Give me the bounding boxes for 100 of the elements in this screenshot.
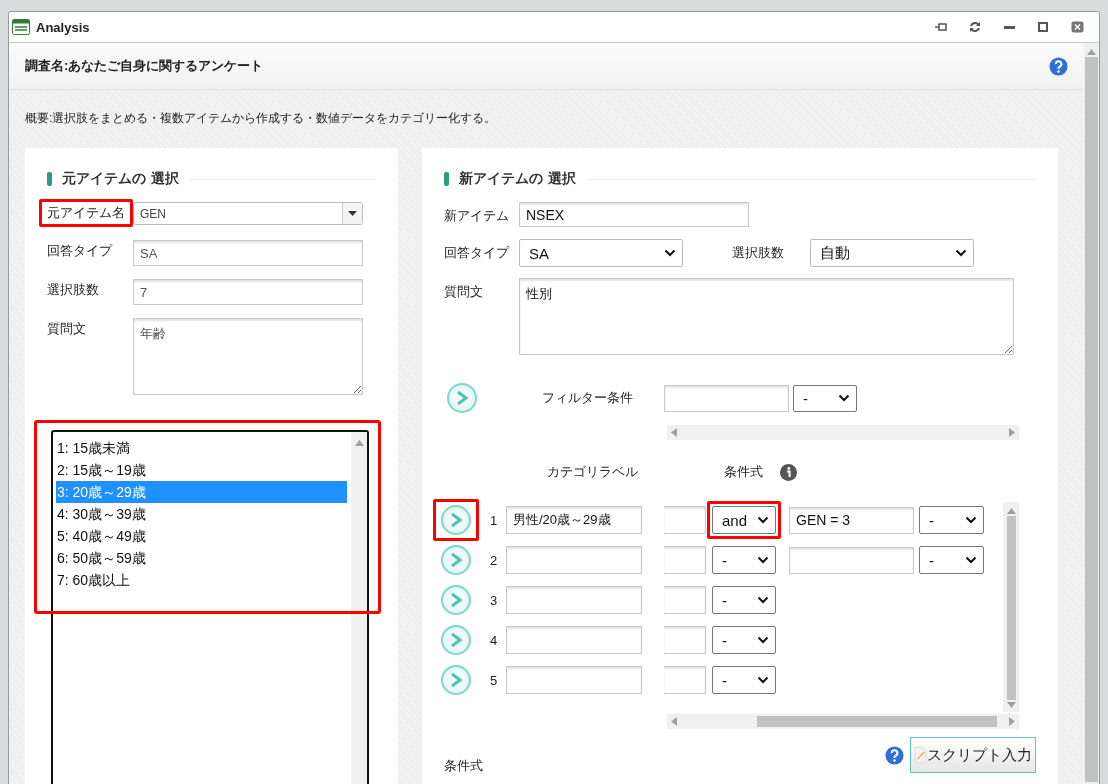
question-textarea[interactable]: 年齢 xyxy=(133,318,363,395)
label-field[interactable] xyxy=(506,666,642,694)
scroll-up-icon[interactable] xyxy=(354,440,364,446)
list-item[interactable]: 7: 60歳以上 xyxy=(56,569,347,591)
chevron-icon xyxy=(757,676,769,684)
field-label: 回答タイプ xyxy=(444,244,511,262)
field-label: 質問文 xyxy=(47,320,86,338)
row-number: 3 xyxy=(490,592,499,608)
summary-text: 概要:選択肢をまとめる・複数アイテムから作成する・数値データをカテゴリー化する。 xyxy=(24,110,498,127)
survey-title: 調査名:あなたご自身に関するアンケート xyxy=(25,57,264,75)
text-field[interactable]: 7 xyxy=(133,279,363,305)
dropdown-field[interactable]: GEN xyxy=(133,202,363,225)
arrow-button[interactable] xyxy=(441,505,471,535)
arrow-button[interactable] xyxy=(441,665,471,695)
list-item[interactable]: 6: 50歳～59歳 xyxy=(56,547,347,569)
chevron-icon xyxy=(757,516,769,524)
scroll-right-icon[interactable] xyxy=(1009,428,1015,437)
text-field[interactable] xyxy=(664,384,789,412)
column-header: カテゴリラベル xyxy=(547,463,639,481)
text-field[interactable]: NSEX xyxy=(519,202,749,227)
select-field[interactable]: SA xyxy=(519,239,683,267)
row-number: 4 xyxy=(490,632,499,648)
column-header: 条件式 xyxy=(724,463,764,481)
label-field[interactable] xyxy=(506,546,642,574)
field-label: 質問文 xyxy=(444,283,484,301)
chevron-icon xyxy=(838,394,850,402)
window-app-icon xyxy=(12,19,30,35)
text-field[interactable]: SA xyxy=(133,240,363,266)
arrow-button[interactable] xyxy=(441,625,471,655)
scrollbar[interactable] xyxy=(351,432,367,784)
text-field[interactable] xyxy=(664,626,706,654)
row-number: 1 xyxy=(490,512,499,528)
select-field[interactable]: - xyxy=(712,586,776,614)
section-marker xyxy=(47,172,52,186)
text-field[interactable] xyxy=(664,546,706,574)
scrollbar[interactable] xyxy=(1084,43,1099,784)
close-icon[interactable] xyxy=(1070,21,1084,33)
text-field[interactable] xyxy=(789,546,914,574)
refresh-icon[interactable] xyxy=(969,21,981,33)
list-item[interactable]: 5: 40歳～49歳 xyxy=(56,525,347,547)
arrow-button[interactable] xyxy=(441,585,471,615)
label-field[interactable] xyxy=(506,586,642,614)
chevron-right-icon xyxy=(449,592,463,608)
row-number: 5 xyxy=(490,672,499,688)
help-icon[interactable] xyxy=(1049,56,1068,76)
field-label: 選択肢数 xyxy=(47,281,99,299)
section-marker xyxy=(444,172,449,186)
section-heading: 元アイテムの 選択 xyxy=(62,170,179,188)
list-item[interactable]: 4: 30歳～39歳 xyxy=(56,503,347,525)
list-item[interactable]: 2: 15歳～19歳 xyxy=(56,459,347,481)
field-label: 回答タイプ xyxy=(47,242,112,260)
chevron-icon xyxy=(965,556,977,564)
chevron-icon xyxy=(757,556,769,564)
label-field[interactable] xyxy=(506,626,642,654)
field-label: 条件式 xyxy=(444,757,484,775)
arrow-button[interactable] xyxy=(447,383,477,413)
field-label: 選択肢数 xyxy=(732,244,785,262)
scrollbar[interactable] xyxy=(667,425,1019,440)
scroll-left-icon[interactable] xyxy=(671,428,677,437)
chevron-right-icon xyxy=(449,672,463,688)
scroll-right-icon[interactable] xyxy=(1009,717,1015,726)
select-field[interactable]: - xyxy=(712,546,776,574)
minimize-icon[interactable] xyxy=(1003,25,1015,29)
window-title: Analysis xyxy=(36,19,91,35)
scrollbar[interactable] xyxy=(1003,502,1019,712)
select-field[interactable]: and xyxy=(712,506,776,534)
choice-listbox[interactable]: 1: 15歳未満 2: 15歳～19歳 3: 20歳～29歳 4: 30歳～39歳 5: 40歳～49歳 6: 50歳～59歳 7: 60歳以上 xyxy=(51,430,369,784)
select-field[interactable]: - xyxy=(919,506,984,534)
select-field[interactable]: - xyxy=(793,384,857,412)
help-icon[interactable] xyxy=(885,745,904,765)
scroll-down-icon[interactable] xyxy=(1006,702,1016,708)
arrow-button[interactable] xyxy=(441,545,471,575)
text-field[interactable] xyxy=(664,666,706,694)
scroll-up-icon[interactable] xyxy=(1087,49,1096,55)
field-label: 新アイテム xyxy=(444,207,510,225)
scrollbar[interactable] xyxy=(667,714,1019,729)
chevron-icon xyxy=(664,249,676,257)
question-textarea[interactable]: 性別 xyxy=(519,278,1014,355)
caret-icon[interactable] xyxy=(348,211,357,216)
field-label: フィルター条件 xyxy=(542,389,634,407)
text-field[interactable] xyxy=(664,506,706,534)
scroll-left-icon[interactable] xyxy=(671,717,677,726)
info-icon[interactable] xyxy=(780,463,797,481)
chevron-right-icon xyxy=(449,632,463,648)
pin-icon[interactable] xyxy=(934,22,948,32)
label-field[interactable]: 男性/20歳～29歳 xyxy=(506,506,642,534)
scroll-up-icon[interactable] xyxy=(1006,508,1016,514)
maximize-icon[interactable] xyxy=(1038,22,1048,32)
select-field[interactable]: - xyxy=(712,626,776,654)
row-number: 2 xyxy=(490,552,499,568)
chevron-right-icon xyxy=(449,552,463,568)
select-field[interactable]: - xyxy=(919,546,984,574)
chevron-right-icon xyxy=(449,512,463,528)
select-field[interactable]: 自動 xyxy=(810,239,974,267)
script-input-button[interactable]: スクリプト入力 xyxy=(910,737,1036,773)
chevron-icon xyxy=(955,249,967,257)
list-item[interactable]: 1: 15歳未満 xyxy=(56,437,347,459)
select-field[interactable]: - xyxy=(712,666,776,694)
text-field[interactable] xyxy=(664,586,706,614)
text-field[interactable]: GEN = 3 xyxy=(789,506,914,534)
